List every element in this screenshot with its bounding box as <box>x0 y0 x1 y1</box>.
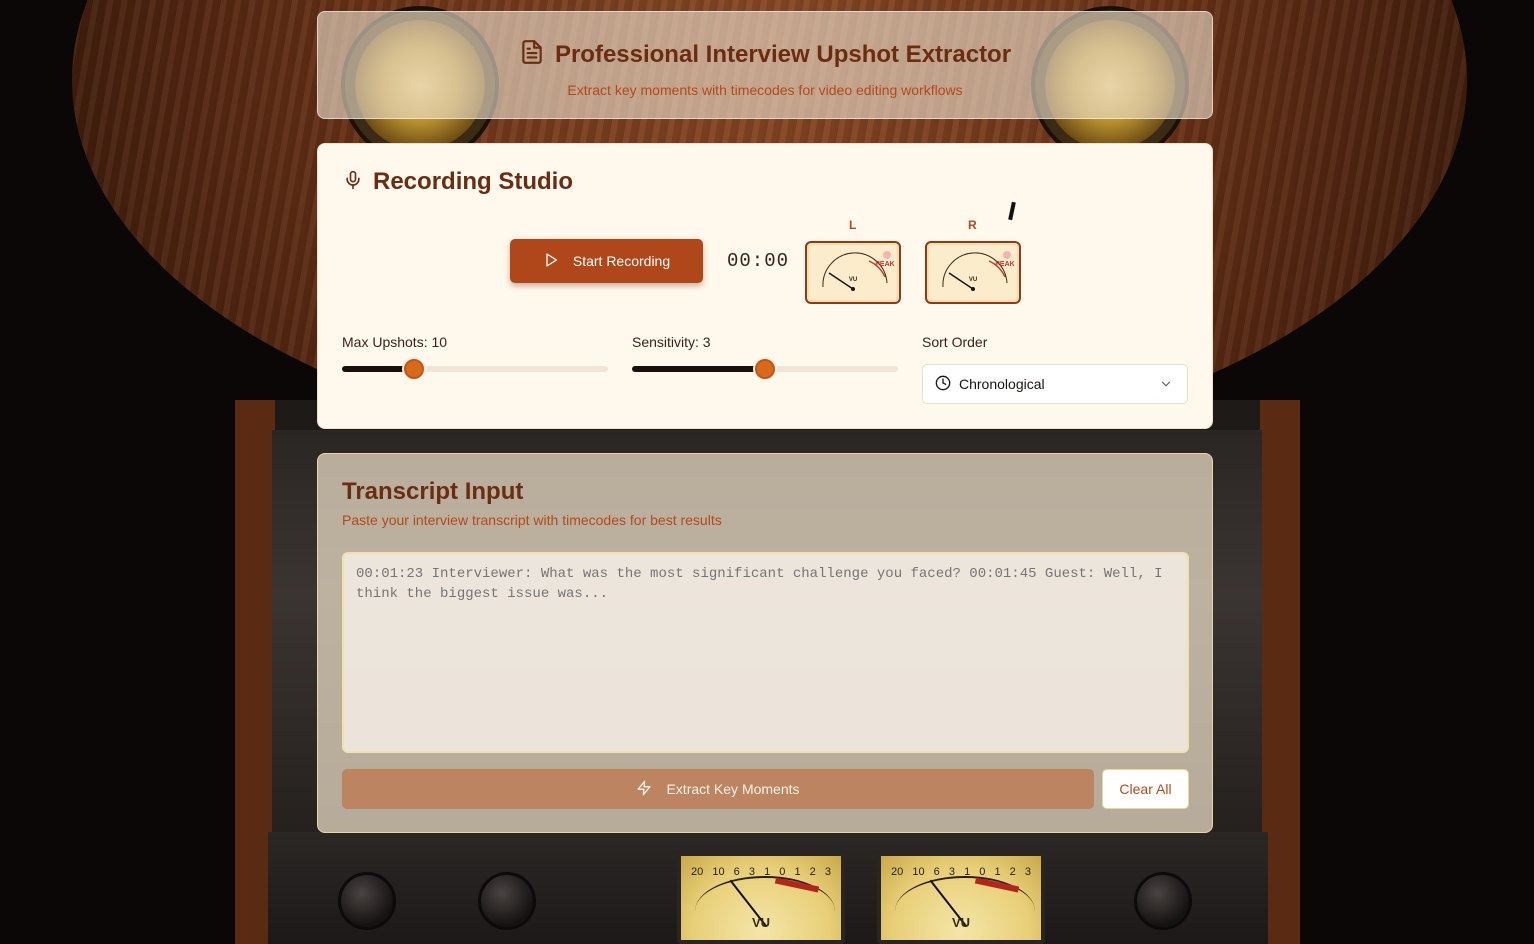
clock-icon <box>935 375 951 394</box>
max-upshots-slider[interactable] <box>342 359 608 379</box>
app-header: Professional Interview Upshot Extractor … <box>317 11 1213 119</box>
transcript-subtitle: Paste your interview transcript with tim… <box>342 512 722 528</box>
start-recording-button[interactable]: Start Recording <box>510 239 703 283</box>
document-icon <box>519 39 545 70</box>
page-title: Professional Interview Upshot Extractor <box>554 40 1012 68</box>
sensitivity-slider[interactable] <box>632 359 898 379</box>
studio-title: Recording Studio <box>373 168 573 195</box>
page-subtitle: Extract key moments with timecodes for v… <box>567 82 963 98</box>
vu-meter-right: PEAK VU <box>925 241 1021 304</box>
transcript-panel: Transcript Input Paste your interview tr… <box>317 453 1213 833</box>
lightning-icon <box>636 780 652 799</box>
peak-label: PEAK <box>995 261 1014 268</box>
deck-vu-meter-left: 20 10 6 3 1 0 1 2 3 VU <box>677 852 845 944</box>
meter-scale-label: 10 <box>712 866 725 878</box>
recording-timer: 00:00 <box>727 250 790 272</box>
meter-scale-label: 3 <box>824 866 831 878</box>
deck-knob <box>478 872 536 930</box>
meter-label: VU <box>951 915 971 930</box>
extract-key-moments-label: Extract Key Moments <box>666 781 800 797</box>
play-icon <box>543 252 559 271</box>
slider-thumb[interactable] <box>403 359 424 379</box>
peak-label: PEAK <box>875 261 894 268</box>
slider-fill <box>632 366 765 372</box>
meter-scale-label: 2 <box>1009 866 1016 878</box>
meter-scale-label: 1 <box>794 866 801 878</box>
vu-meter-left: PEAK VU <box>805 241 901 304</box>
clear-all-button[interactable]: Clear All <box>1102 769 1189 809</box>
deck-vu-meter-right: 20 10 6 3 1 0 1 2 3 VU <box>877 852 1045 944</box>
meter-scale-label: 3 <box>1024 866 1031 878</box>
meter-channel-left: L <box>849 218 858 232</box>
meter-scale-label: 1 <box>994 866 1001 878</box>
sort-order-label: Sort Order <box>922 334 988 350</box>
microphone-icon <box>343 169 363 196</box>
extract-key-moments-button[interactable]: Extract Key Moments <box>342 769 1094 809</box>
meter-scale-label: 20 <box>891 866 904 878</box>
sort-order-select[interactable]: Chronological <box>922 364 1188 404</box>
meter-scale-label: 2 <box>809 866 816 878</box>
meter-scale-label: 6 <box>733 866 740 878</box>
deck-knob <box>338 872 396 930</box>
vu-label: VU <box>969 277 977 283</box>
studio-heading: Recording Studio <box>343 168 573 196</box>
max-upshots-label: Max Upshots: 10 <box>342 334 448 350</box>
chevron-down-icon <box>1159 377 1173 394</box>
recording-studio-panel: Recording Studio Start Recording 00:00 L… <box>317 143 1213 429</box>
deck-knob <box>1134 872 1192 930</box>
vu-label: VU <box>849 277 857 283</box>
meter-channel-right: R <box>968 218 978 232</box>
transcript-input[interactable] <box>342 552 1189 753</box>
cursor-mark <box>1008 201 1016 221</box>
meter-scale-label: 6 <box>933 866 940 878</box>
meter-label: VU <box>751 915 771 930</box>
slider-thumb[interactable] <box>755 359 775 379</box>
sort-order-value: Chronological <box>959 376 1045 392</box>
meter-scale-label: 20 <box>691 866 704 878</box>
meter-scale-label: 10 <box>912 866 925 878</box>
start-recording-label: Start Recording <box>572 253 671 269</box>
transcript-title: Transcript Input <box>342 478 524 505</box>
sensitivity-label: Sensitivity: 3 <box>632 334 711 350</box>
